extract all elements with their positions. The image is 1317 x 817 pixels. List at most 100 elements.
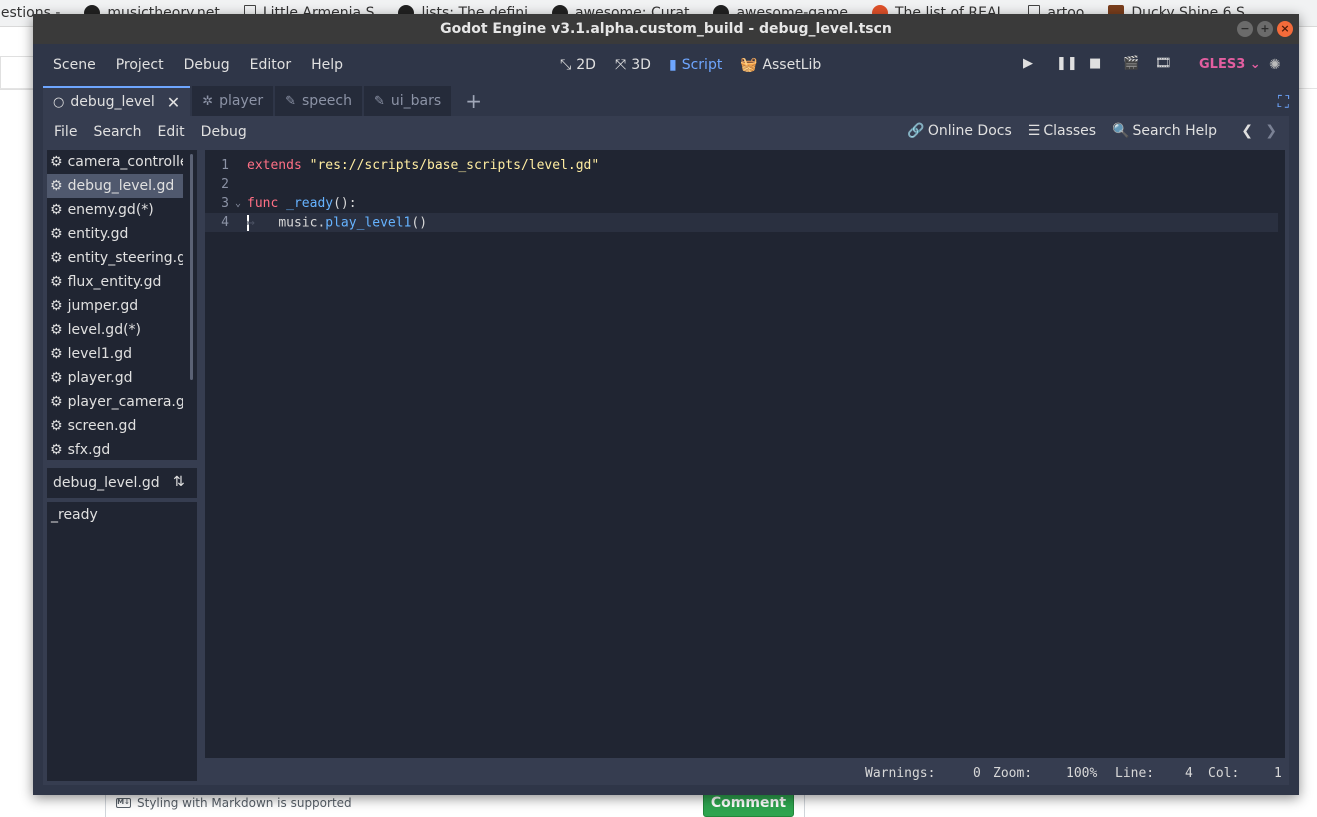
list-item[interactable]: ⚙ entity.gd bbox=[47, 222, 183, 246]
col-value: 1 bbox=[1274, 766, 1282, 781]
gear-icon: ⚙ bbox=[50, 298, 63, 314]
list-item[interactable]: ⚙ jumper.gd bbox=[47, 294, 183, 318]
code-line: 2 bbox=[221, 177, 229, 192]
maximize-button[interactable]: + bbox=[1257, 21, 1273, 37]
online-docs-button[interactable]: 🔗 Online Docs bbox=[907, 123, 1011, 139]
minimize-button[interactable]: − bbox=[1237, 21, 1253, 37]
gear-icon: ⚙ bbox=[50, 418, 63, 434]
gear-icon: ⚙ bbox=[50, 346, 63, 362]
col-label: Col: bbox=[1208, 766, 1240, 781]
menu-help[interactable]: Help bbox=[311, 57, 343, 73]
workspace-3d[interactable]: ⤧ 3D bbox=[615, 57, 651, 73]
renderer-selector[interactable]: GLES3 ⌄ bbox=[1199, 57, 1261, 72]
list-item[interactable]: ⚙ player.gd bbox=[47, 366, 183, 390]
file-list-scrollbar[interactable] bbox=[190, 154, 193, 380]
list-item[interactable]: ⚙ screen.gd bbox=[47, 414, 183, 438]
scene-tabs: ○ debug_level ✕ ✲ player ✎ speech ✎ ui_b… bbox=[43, 86, 1289, 116]
gear-icon: ⚙ bbox=[50, 202, 63, 218]
close-window-button[interactable]: × bbox=[1277, 21, 1293, 37]
menu-debug[interactable]: Debug bbox=[184, 57, 230, 73]
tab-speech[interactable]: ✎ speech bbox=[275, 86, 362, 116]
search-help-button[interactable]: 🔍 Search Help bbox=[1112, 123, 1217, 139]
tab-ui-bars[interactable]: ✎ ui_bars bbox=[364, 86, 452, 116]
script-menu-debug[interactable]: Debug bbox=[201, 124, 247, 140]
workspace-assetlib[interactable]: 🧺 AssetLib bbox=[740, 57, 821, 73]
warnings-label[interactable]: Warnings: bbox=[865, 766, 935, 781]
gear-icon: ⚙ bbox=[50, 154, 63, 170]
workspace-script[interactable]: ▮ Script bbox=[669, 57, 722, 73]
tab-player[interactable]: ✲ player bbox=[192, 86, 274, 116]
script-menubar: File Search Edit Debug 🔗 Online Docs ☰ Cla… bbox=[43, 116, 1289, 148]
scene-node-icon: ○ bbox=[53, 94, 65, 110]
list-item[interactable]: ⚙ entity_steering.gd bbox=[47, 246, 183, 270]
script-edit-icon: ✎ bbox=[285, 93, 297, 109]
script-icon: ▮ bbox=[669, 57, 677, 73]
window-titlebar[interactable]: Godot Engine v3.1.alpha.custom_build - d… bbox=[33, 14, 1299, 44]
classes-button[interactable]: ☰ Classes bbox=[1028, 123, 1096, 139]
markdown-icon: M↓ bbox=[116, 798, 131, 808]
close-tab-icon[interactable]: ✕ bbox=[167, 93, 180, 112]
gear-icon: ⚙ bbox=[50, 274, 63, 290]
fold-arrow-icon[interactable]: ⌄ bbox=[229, 198, 247, 209]
tab-debug-level[interactable]: ○ debug_level ✕ bbox=[43, 86, 191, 116]
list-item[interactable]: ⚙camera_controller.gd bbox=[47, 150, 183, 174]
list-item[interactable]: ⚙ player_camera.gd bbox=[47, 390, 183, 414]
gear-icon: ⚙ bbox=[50, 394, 63, 410]
window-title: Godot Engine v3.1.alpha.custom_build - d… bbox=[440, 21, 892, 37]
nav-back-icon[interactable]: ❮ bbox=[1241, 123, 1253, 139]
zoom-value: 100% bbox=[1066, 766, 1098, 781]
script-menu-file[interactable]: File bbox=[54, 124, 77, 140]
list-item[interactable]: ⚙ sfx.gd bbox=[47, 438, 183, 460]
nav-forward-icon[interactable]: ❯ bbox=[1265, 123, 1277, 139]
workspace-2d[interactable]: ⤡ 2D bbox=[560, 57, 596, 73]
warnings-value: 0 bbox=[973, 766, 981, 781]
script-menu-search[interactable]: Search bbox=[93, 124, 141, 140]
list-item[interactable]: ⚙ level1.gd bbox=[47, 342, 183, 366]
script-file-list: ⚙camera_controller.gd ⚙debug_level.gd ⚙e… bbox=[47, 150, 197, 460]
distraction-free-icon[interactable]: ⛶ bbox=[1278, 92, 1289, 112]
list-item[interactable]: ⚙ level.gd(*) bbox=[47, 318, 183, 342]
godot-window: Godot Engine v3.1.alpha.custom_build - d… bbox=[33, 14, 1299, 795]
3d-icon: ⤧ bbox=[615, 57, 627, 73]
menu-editor[interactable]: Editor bbox=[250, 57, 291, 73]
script-editor-panel: File Search Edit Debug 🔗 Online Docs ☰ Cla… bbox=[43, 116, 1289, 785]
stop-icon[interactable]: ■ bbox=[1089, 56, 1101, 71]
line-value: 4 bbox=[1185, 766, 1193, 781]
gear-icon: ⚙ bbox=[50, 442, 63, 458]
menu-scene[interactable]: Scene bbox=[53, 57, 96, 73]
classes-icon: ☰ bbox=[1027, 123, 1041, 139]
chevron-down-icon: ⌄ bbox=[1249, 57, 1261, 72]
help-buttons: 🔗 Online Docs ☰ Classes 🔍 Search Help bbox=[907, 123, 1217, 139]
method-list: _ready bbox=[47, 502, 197, 781]
link-icon: 🔗 bbox=[907, 123, 925, 139]
menu-project[interactable]: Project bbox=[116, 57, 164, 73]
editor-statusbar: Warnings: 0 Zoom: 100% Line: 4 Col: 1 bbox=[43, 761, 1289, 785]
sort-methods-icon[interactable]: ⇅ bbox=[173, 474, 185, 490]
add-tab-button[interactable]: + bbox=[453, 86, 494, 116]
code-line-current: 4 ↦ music.play_level1() bbox=[205, 213, 1278, 232]
search-help-icon: 🔍 bbox=[1112, 123, 1130, 139]
zoom-label: Zoom: bbox=[993, 766, 1033, 781]
markdown-hint[interactable]: M↓ Styling with Markdown is supported bbox=[116, 796, 352, 810]
assetlib-icon: 🧺 bbox=[740, 57, 758, 73]
play-custom-scene-icon[interactable]: 🎞 bbox=[1155, 56, 1172, 71]
code-editor[interactable]: 1 extends "res://scripts/base_scripts/le… bbox=[205, 150, 1285, 758]
window-controls: − + × bbox=[1237, 21, 1293, 37]
gear-icon: ⚙ bbox=[50, 178, 63, 194]
play-scene-icon[interactable]: 🎬 bbox=[1123, 56, 1139, 71]
code-line: 1 extends "res://scripts/base_scripts/le… bbox=[221, 158, 600, 173]
code-line: 3 ⌄ func _ready(): bbox=[221, 196, 357, 211]
play-icon[interactable]: ▶ bbox=[1023, 56, 1033, 71]
line-label: Line: bbox=[1115, 766, 1155, 781]
node-icon: ✲ bbox=[202, 93, 214, 109]
gear-icon: ⚙ bbox=[50, 250, 63, 266]
pause-icon[interactable]: ❚❚ bbox=[1056, 56, 1078, 71]
list-item[interactable]: ⚙ enemy.gd(*) bbox=[47, 198, 183, 222]
list-item[interactable]: _ready bbox=[51, 507, 193, 523]
gear-icon: ⚙ bbox=[50, 226, 63, 242]
list-item[interactable]: ⚙ debug_level.gd bbox=[47, 174, 183, 198]
list-item[interactable]: ⚙ flux_entity.gd bbox=[47, 270, 183, 294]
main-menubar: Scene Project Debug Editor Help ⤡ 2D ⤧ 3D … bbox=[33, 44, 1299, 86]
gear-icon: ⚙ bbox=[50, 370, 63, 386]
script-menu-edit[interactable]: Edit bbox=[158, 124, 185, 140]
